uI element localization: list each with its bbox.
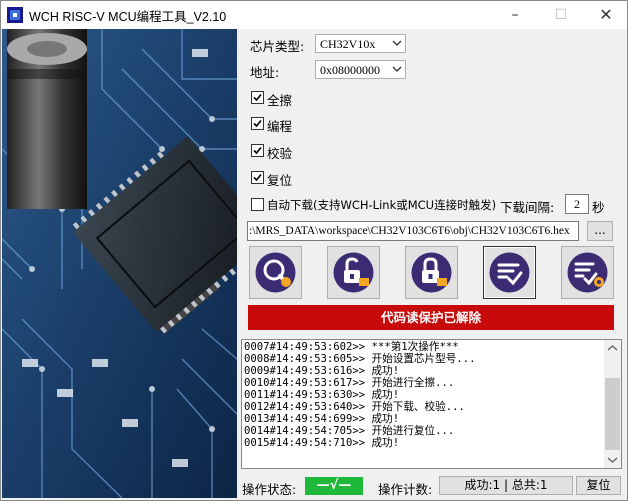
unlock-chip-icon bbox=[333, 252, 374, 293]
config-button[interactable] bbox=[561, 246, 614, 299]
protection-status-banner: 代码读保护已解除 bbox=[248, 305, 614, 330]
auto-download-label: 自动下载(支持WCH-Link或MCU连接时触发) bbox=[267, 198, 497, 212]
scroll-down-icon bbox=[607, 457, 618, 463]
operation-status-label: 操作状态: bbox=[242, 482, 297, 497]
protect-button[interactable] bbox=[405, 246, 458, 299]
interval-label: 下载间隔: bbox=[500, 200, 555, 215]
unprotect-button[interactable] bbox=[327, 246, 380, 299]
operation-count-value: 成功:1 | 总共:1 bbox=[439, 476, 573, 495]
reset-label: 复位 bbox=[267, 173, 293, 188]
log-line: 0010#14:49:53:617>> 开始进行全擦... bbox=[244, 377, 455, 389]
minimize-button[interactable]: – bbox=[492, 1, 538, 29]
auto-download-checkbox[interactable] bbox=[251, 198, 264, 211]
log-line: 0007#14:49:53:602>> ***第1次操作*** bbox=[244, 341, 459, 353]
scroll-up-icon bbox=[607, 345, 618, 351]
check-icon bbox=[253, 119, 262, 128]
erase-label: 全擦 bbox=[267, 93, 293, 108]
check-icon bbox=[253, 93, 262, 102]
log-output[interactable]: 0007#14:49:53:602>> ***第1次操作*** 0008#14:… bbox=[241, 339, 622, 469]
chip-type-value: CH32V10x bbox=[320, 37, 376, 51]
option-erase[interactable]: 全擦 bbox=[251, 90, 311, 108]
log-line: 0011#14:49:53:630>> 成功! bbox=[244, 389, 400, 401]
browse-button[interactable]: ... bbox=[587, 221, 613, 241]
window-title: WCH RISC-V MCU编程工具_V2.10 bbox=[29, 10, 227, 24]
title-bar: WCH RISC-V MCU编程工具_V2.10 – ☐ ✕ bbox=[1, 1, 627, 29]
lock-chip-icon bbox=[411, 252, 452, 293]
erase-checkbox[interactable] bbox=[251, 91, 264, 104]
verify-checkbox[interactable] bbox=[251, 144, 264, 157]
option-reset[interactable]: 复位 bbox=[251, 170, 311, 188]
app-window: WCH RISC-V MCU编程工具_V2.10 – ☐ ✕ 芯片类型: CH3… bbox=[0, 0, 628, 501]
check-icon bbox=[253, 146, 262, 155]
log-line: 0013#14:49:54:699>> 成功! bbox=[244, 413, 400, 425]
option-program[interactable]: 编程 bbox=[251, 116, 311, 134]
log-line: 0015#14:49:54:710>> 成功! bbox=[244, 437, 400, 449]
address-select[interactable]: 0x08000000 bbox=[315, 60, 406, 79]
chip-type-label: 芯片类型: bbox=[250, 39, 305, 54]
address-value: 0x08000000 bbox=[320, 63, 380, 77]
log-line: 0009#14:49:53:616>> 成功! bbox=[244, 365, 400, 377]
reset-button[interactable]: 复位 bbox=[576, 476, 621, 495]
chevron-down-icon bbox=[392, 66, 402, 72]
checklist-icon bbox=[489, 252, 530, 293]
option-auto-download[interactable]: 自动下载(支持WCH-Link或MCU连接时触发) bbox=[251, 197, 496, 213]
scrollbar-thumb[interactable] bbox=[605, 378, 620, 450]
app-logo-icon bbox=[7, 7, 23, 23]
download-button[interactable] bbox=[483, 246, 536, 299]
file-path-input[interactable]: :\MRS_DATA\workspace\CH32V103C6T6\obj\CH… bbox=[247, 221, 579, 241]
verify-label: 校验 bbox=[267, 146, 293, 161]
program-label: 编程 bbox=[267, 119, 293, 134]
operation-status-indicator: —√— bbox=[305, 477, 363, 495]
log-line: 0008#14:49:53:605>> 开始设置芯片型号... bbox=[244, 353, 476, 365]
log-scrollbar[interactable] bbox=[604, 340, 621, 468]
search-chip-icon bbox=[255, 252, 296, 293]
interval-input[interactable]: 2 bbox=[565, 194, 589, 214]
log-line: 0014#14:49:54:705>> 开始进行复位... bbox=[244, 425, 455, 437]
close-button[interactable]: ✕ bbox=[583, 1, 628, 29]
program-checkbox[interactable] bbox=[251, 117, 264, 130]
interval-unit: 秒 bbox=[592, 200, 605, 215]
circuit-board-image bbox=[2, 29, 237, 498]
chip-type-select[interactable]: CH32V10x bbox=[315, 34, 406, 53]
address-label: 地址: bbox=[250, 65, 280, 80]
chevron-down-icon bbox=[392, 40, 402, 46]
reset-checkbox[interactable] bbox=[251, 171, 264, 184]
query-chip-button[interactable] bbox=[249, 246, 302, 299]
maximize-button[interactable]: ☐ bbox=[538, 1, 584, 29]
log-line: 0012#14:49:53:640>> 开始下载、校验... bbox=[244, 401, 465, 413]
checklist-gear-icon bbox=[567, 252, 608, 293]
option-verify[interactable]: 校验 bbox=[251, 143, 311, 161]
check-icon bbox=[253, 173, 262, 182]
operation-count-label: 操作计数: bbox=[378, 482, 433, 497]
